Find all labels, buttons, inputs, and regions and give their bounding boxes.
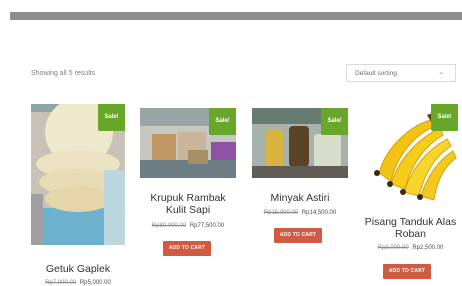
product-image[interactable]: Sale! — [363, 104, 458, 204]
product-card-pisang-tanduk: Sale! Pisang Tanduk Alas Roban Rp3,000.0… — [363, 104, 458, 286]
product-image[interactable]: Sale! — [31, 104, 125, 245]
product-card-krupuk-rambak: Sale! Krupuk Rambak Kulit Sapi Rp80,000.… — [140, 108, 236, 258]
product-name-line-2[interactable]: Roban — [363, 228, 458, 240]
product-price: Rp7,000.00 Rp5,000.00 — [31, 279, 125, 286]
sale-price: Rp14,500.00 — [301, 210, 337, 216]
sale-badge: Sale! — [431, 104, 458, 131]
product-name-line-2[interactable]: Kulit Sapi — [140, 204, 236, 216]
product-name-line-1[interactable]: Pisang Tanduk Alas — [363, 216, 458, 228]
top-strip — [0, 0, 462, 20]
shop-page: Showing all 5 results Default sorting ⌄ … — [0, 0, 462, 286]
sale-price: Rp5,000.00 — [79, 280, 111, 286]
chevron-down-icon: ⌄ — [438, 69, 444, 76]
product-price: Rp15,000.00 Rp14,500.00 — [252, 209, 348, 217]
product-price: Rp3,000.00 Rp2,500.00 — [363, 244, 458, 252]
sale-price: Rp2,500.00 — [412, 245, 444, 251]
add-to-cart-button[interactable]: ADD TO CART — [274, 228, 322, 243]
product-name[interactable]: Getuk Gaplek — [31, 263, 125, 275]
sale-badge: Sale! — [209, 108, 236, 135]
left-gutter — [0, 0, 10, 286]
product-card-getuk-gaplek: Sale! Getuk Gaplek Rp7,000.00 Rp5,000.00 — [31, 104, 125, 286]
product-card-minyak-astiri: Sale! Minyak Astiri Rp15,000.00 Rp14,500… — [252, 108, 348, 248]
sort-dropdown[interactable]: Default sorting ⌄ — [346, 64, 456, 82]
sort-dropdown-label: Default sorting — [355, 70, 397, 77]
old-price: Rp15,000.00 — [263, 210, 299, 216]
results-count: Showing all 5 results — [31, 70, 96, 77]
product-image[interactable]: Sale! — [252, 108, 348, 178]
old-price: Rp3,000.00 — [377, 245, 409, 251]
add-to-cart-button[interactable]: ADD TO CART — [383, 264, 431, 279]
product-name-line-1[interactable]: Krupuk Rambak — [140, 192, 236, 204]
sale-badge: Sale! — [98, 104, 125, 131]
old-price: Rp7,000.00 — [45, 280, 77, 286]
product-price: Rp80,000.00 Rp77,500.00 — [140, 222, 236, 230]
old-price: Rp80,000.00 — [151, 223, 187, 229]
product-name[interactable]: Minyak Astiri — [252, 192, 348, 204]
add-to-cart-button[interactable]: ADD TO CART — [163, 241, 211, 256]
sale-price: Rp77,500.00 — [189, 223, 225, 229]
product-image[interactable]: Sale! — [140, 108, 236, 178]
sale-badge: Sale! — [321, 108, 348, 135]
